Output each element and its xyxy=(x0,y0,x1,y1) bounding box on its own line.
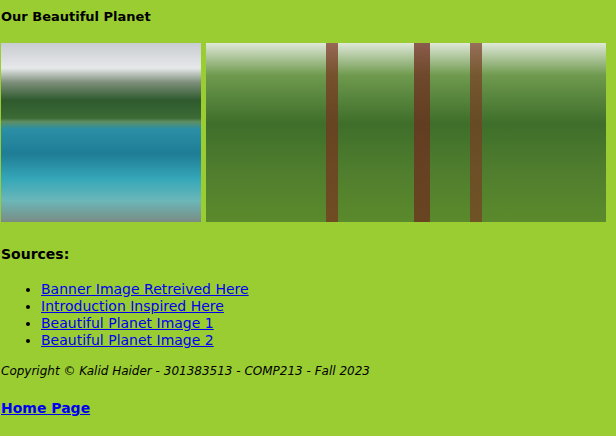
source-item: Banner Image Retreived Here xyxy=(41,281,616,298)
lake-photo xyxy=(1,43,201,222)
home-row: Home Page xyxy=(1,399,616,417)
sources-heading: Sources: xyxy=(1,245,616,263)
source-item: Beautiful Planet Image 2 xyxy=(41,332,616,349)
source-link[interactable]: Introduction Inspired Here xyxy=(41,298,224,314)
forest-photo xyxy=(206,43,606,222)
page-title: Our Beautiful Planet xyxy=(1,8,616,26)
page: Our Beautiful Planet Sources: Banner Image… xyxy=(0,0,616,436)
source-item: Introduction Inspired Here xyxy=(41,298,616,315)
source-link[interactable]: Banner Image Retreived Here xyxy=(41,281,249,297)
home-link[interactable]: Home Page xyxy=(1,400,90,416)
copyright-text: Copyright © Kalid Haider - 301383513 - C… xyxy=(1,363,616,380)
image-gallery xyxy=(1,43,616,222)
source-link[interactable]: Beautiful Planet Image 2 xyxy=(41,332,214,348)
source-link[interactable]: Beautiful Planet Image 1 xyxy=(41,315,214,331)
source-item: Beautiful Planet Image 1 xyxy=(41,315,616,332)
sources-list: Banner Image Retreived HereIntroduction … xyxy=(1,281,616,349)
